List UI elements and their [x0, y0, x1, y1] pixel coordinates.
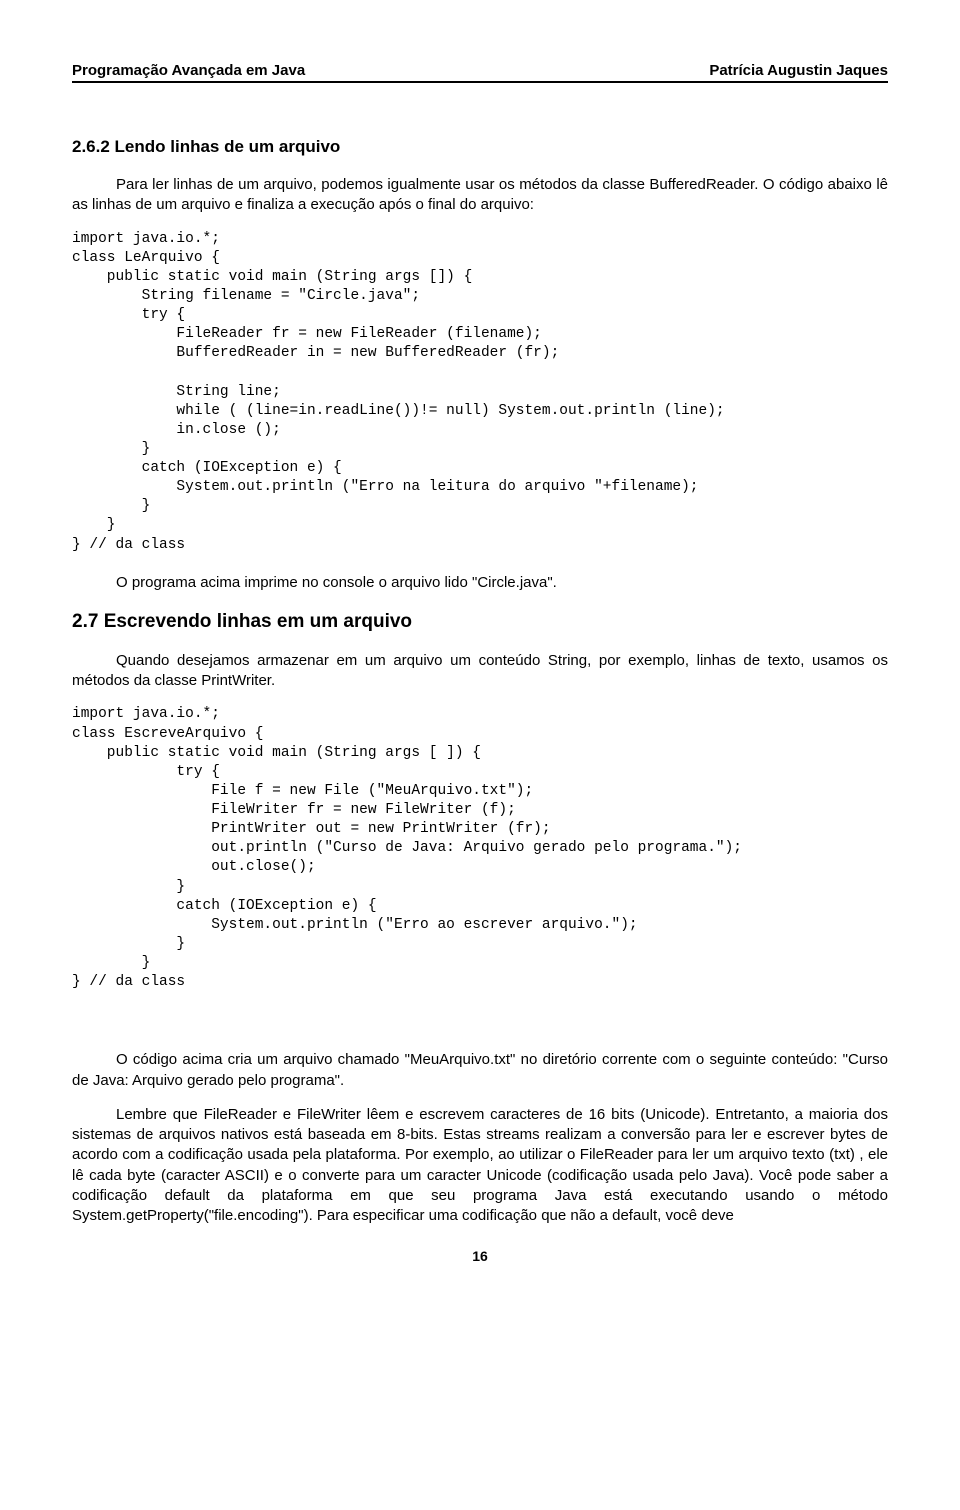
code-block-escrevearquivo: import java.io.*; class EscreveArquivo {…	[72, 705, 888, 992]
section3-para2: Lembre que FileReader e FileWriter lêem …	[72, 1105, 888, 1227]
section2-para1: Quando desejamos armazenar em um arquivo…	[72, 651, 888, 692]
para-after-code1: O programa acima imprime no console o ar…	[72, 573, 888, 593]
doc-title: Programação Avançada em Java	[72, 62, 305, 79]
section3-para1: O código acima cria um arquivo chamado "…	[72, 1050, 888, 1091]
code-block-learquivo: import java.io.*; class LeArquivo { publ…	[72, 230, 888, 555]
page-content: Programação Avançada em Java Patrícia Au…	[0, 0, 960, 1304]
page-header: Programação Avançada em Java Patrícia Au…	[72, 62, 888, 83]
page-number: 16	[72, 1248, 888, 1264]
section-title-27: 2.7 Escrevendo linhas em um arquivo	[72, 611, 888, 633]
spacer	[72, 1010, 888, 1050]
section1-para1: Para ler linhas de um arquivo, podemos i…	[72, 175, 888, 216]
section-title-262: 2.6.2 Lendo linhas de um arquivo	[72, 137, 888, 157]
author-name: Patrícia Augustin Jaques	[709, 62, 888, 79]
